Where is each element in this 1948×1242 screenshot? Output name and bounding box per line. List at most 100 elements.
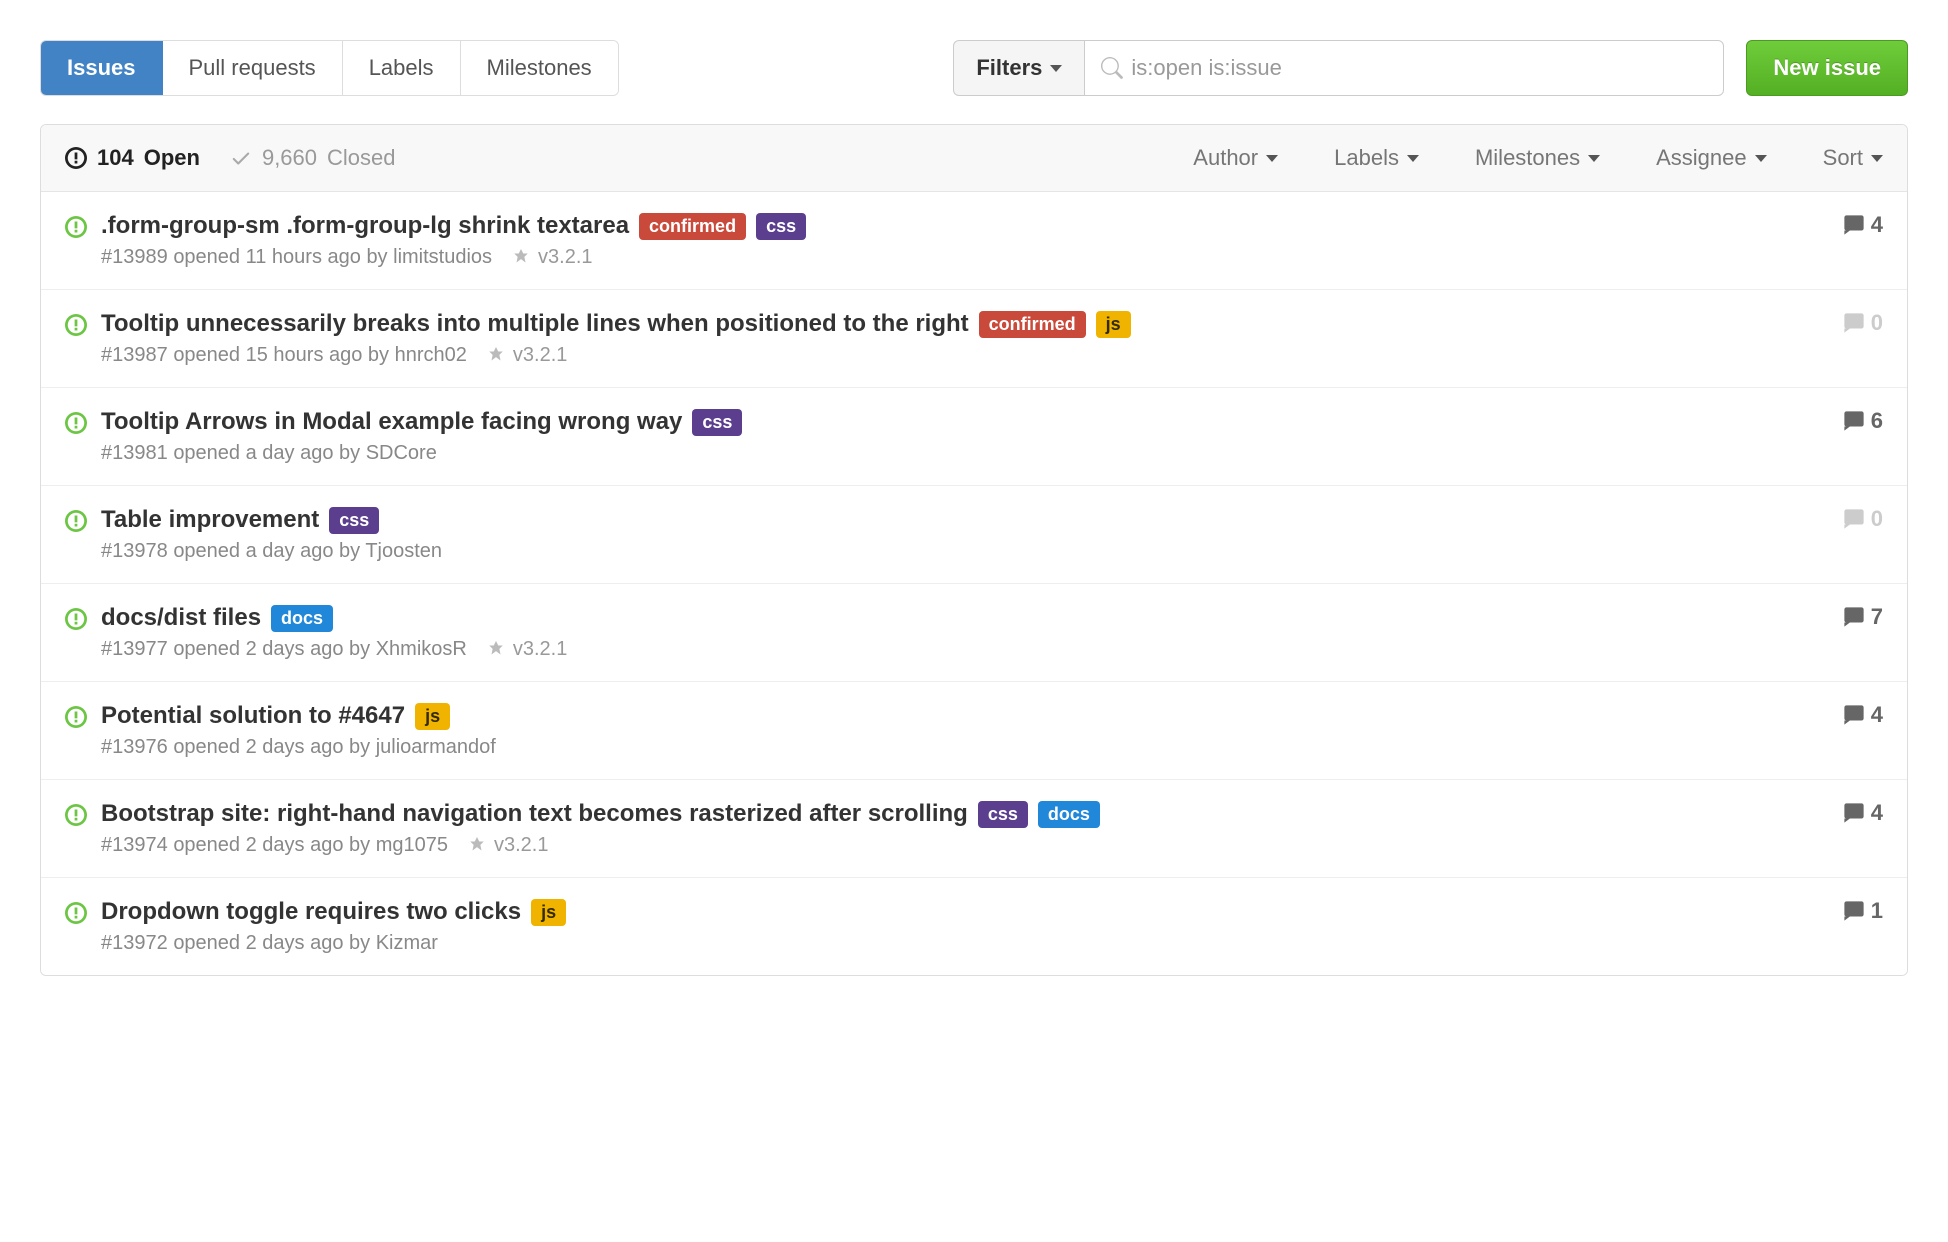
issue-author-link[interactable]: Tjoosten: [365, 540, 442, 562]
comment-count: 4: [1871, 212, 1883, 238]
issue-opened-icon: [65, 706, 87, 734]
chevron-down-icon: [1871, 155, 1883, 162]
issue-meta-text: #13974 opened 2 days ago by mg1075: [101, 834, 448, 857]
issue-main: Tooltip Arrows in Modal example facing w…: [101, 408, 1825, 465]
milestone-icon: [468, 837, 486, 855]
issue-comments[interactable]: 4: [1843, 212, 1883, 238]
issue-title-link[interactable]: .form-group-sm .form-group-lg shrink tex…: [101, 212, 629, 240]
issue-row: Bootstrap site: right-hand navigation te…: [41, 780, 1907, 878]
issue-main: Potential solution to #4647 js #13976 open…: [101, 702, 1825, 759]
issue-opened-icon: [65, 412, 87, 440]
issue-title-link[interactable]: docs/dist files: [101, 604, 261, 632]
open-count: 104: [97, 145, 134, 171]
issue-opened-icon: [65, 314, 87, 342]
issue-meta-text: #13972 opened 2 days ago by Kizmar: [101, 932, 438, 955]
milestone-icon: [512, 249, 530, 267]
issue-author-link[interactable]: XhmikosR: [376, 638, 467, 660]
open-label: Open: [144, 145, 200, 171]
chevron-down-icon: [1266, 155, 1278, 162]
issue-title-link[interactable]: Table improvement: [101, 506, 319, 534]
toolbar-filters: Author Labels Milestones Assignee Sort: [1193, 145, 1883, 171]
comment-icon: [1843, 802, 1865, 824]
issue-milestone[interactable]: v3.2.1: [487, 638, 567, 661]
issue-meta: #13977 opened 2 days ago by XhmikosR v3.2…: [101, 638, 1825, 661]
search-input[interactable]: [1123, 41, 1707, 95]
chevron-down-icon: [1588, 155, 1600, 162]
issue-title-link[interactable]: Potential solution to #4647: [101, 702, 405, 730]
issue-author-link[interactable]: Kizmar: [376, 932, 438, 954]
issue-comments[interactable]: 0: [1843, 310, 1883, 336]
comment-icon: [1843, 214, 1865, 236]
issue-milestone[interactable]: v3.2.1: [512, 246, 592, 269]
issue-row: Tooltip unnecessarily breaks into multip…: [41, 290, 1907, 388]
issue-meta-text: #13981 opened a day ago by SDCore: [101, 442, 437, 465]
label-css[interactable]: css: [978, 801, 1028, 828]
issue-main: Bootstrap site: right-hand navigation te…: [101, 800, 1825, 857]
label-confirmed[interactable]: confirmed: [979, 311, 1086, 338]
issue-meta-text: #13977 opened 2 days ago by XhmikosR: [101, 638, 467, 661]
issue-title-link[interactable]: Bootstrap site: right-hand navigation te…: [101, 800, 968, 828]
issue-author-link[interactable]: limitstudios: [393, 246, 492, 268]
issue-main: .form-group-sm .form-group-lg shrink tex…: [101, 212, 1825, 269]
label-js[interactable]: js: [415, 703, 450, 730]
issue-author-link[interactable]: julioarmandof: [376, 736, 496, 758]
comment-count: 7: [1871, 604, 1883, 630]
issue-comments[interactable]: 1: [1843, 898, 1883, 924]
label-css[interactable]: css: [329, 507, 379, 534]
issue-meta: #13989 opened 11 hours ago by limitstudi…: [101, 246, 1825, 269]
check-icon: [230, 147, 252, 169]
milestone-icon: [487, 347, 505, 365]
label-docs[interactable]: docs: [271, 605, 333, 632]
issue-title-link[interactable]: Dropdown toggle requires two clicks: [101, 898, 521, 926]
issue-milestone[interactable]: v3.2.1: [487, 344, 567, 367]
issue-comments[interactable]: 6: [1843, 408, 1883, 434]
filter-sort[interactable]: Sort: [1823, 145, 1883, 171]
comment-count: 4: [1871, 800, 1883, 826]
filter-assignee[interactable]: Assignee: [1656, 145, 1767, 171]
closed-count: 9,660: [262, 145, 317, 171]
comment-icon: [1843, 704, 1865, 726]
closed-issues-link[interactable]: 9,660 Closed: [230, 145, 396, 171]
label-css[interactable]: css: [692, 409, 742, 436]
issue-comments[interactable]: 0: [1843, 506, 1883, 532]
label-confirmed[interactable]: confirmed: [639, 213, 746, 240]
comment-count: 4: [1871, 702, 1883, 728]
filter-author[interactable]: Author: [1193, 145, 1278, 171]
comment-icon: [1843, 508, 1865, 530]
issue-author-link[interactable]: hnrch02: [395, 344, 467, 366]
tab-pull-requests[interactable]: Pull requests: [163, 41, 343, 95]
filter-labels[interactable]: Labels: [1334, 145, 1419, 171]
issue-milestone[interactable]: v3.2.1: [468, 834, 548, 857]
issue-author-link[interactable]: SDCore: [366, 442, 437, 464]
issue-comments[interactable]: 4: [1843, 702, 1883, 728]
chevron-down-icon: [1407, 155, 1419, 162]
issue-comments[interactable]: 7: [1843, 604, 1883, 630]
label-js[interactable]: js: [531, 899, 566, 926]
search-icon: [1101, 57, 1123, 79]
label-docs[interactable]: docs: [1038, 801, 1100, 828]
new-issue-button[interactable]: New issue: [1746, 40, 1908, 96]
search-input-wrap[interactable]: [1084, 40, 1724, 96]
issues-list: 104 Open 9,660 Closed Author Labels Mile…: [40, 124, 1908, 976]
chevron-down-icon: [1050, 65, 1062, 72]
open-issues-link[interactable]: 104 Open: [65, 145, 200, 171]
comment-icon: [1843, 606, 1865, 628]
issue-row: Dropdown toggle requires two clicks js #13…: [41, 878, 1907, 975]
label-js[interactable]: js: [1096, 311, 1131, 338]
issue-title-link[interactable]: Tooltip unnecessarily breaks into multip…: [101, 310, 969, 338]
issue-meta-text: #13976 opened 2 days ago by julioarmando…: [101, 736, 496, 759]
tab-labels[interactable]: Labels: [343, 41, 461, 95]
filters-button[interactable]: Filters: [953, 40, 1084, 96]
issue-main: Table improvementcss#13978 opened a day …: [101, 506, 1825, 563]
issue-comments[interactable]: 4: [1843, 800, 1883, 826]
issue-opened-icon: [65, 804, 87, 832]
nav-tabs: Issues Pull requests Labels Milestones: [40, 40, 619, 96]
comment-count: 1: [1871, 898, 1883, 924]
label-css[interactable]: css: [756, 213, 806, 240]
issue-author-link[interactable]: mg1075: [376, 834, 448, 856]
issue-row: docs/dist files docs #13977 opened 2 days …: [41, 584, 1907, 682]
issue-title-link[interactable]: Tooltip Arrows in Modal example facing w…: [101, 408, 682, 436]
tab-issues[interactable]: Issues: [41, 41, 163, 95]
filter-milestones[interactable]: Milestones: [1475, 145, 1600, 171]
tab-milestones[interactable]: Milestones: [461, 41, 618, 95]
